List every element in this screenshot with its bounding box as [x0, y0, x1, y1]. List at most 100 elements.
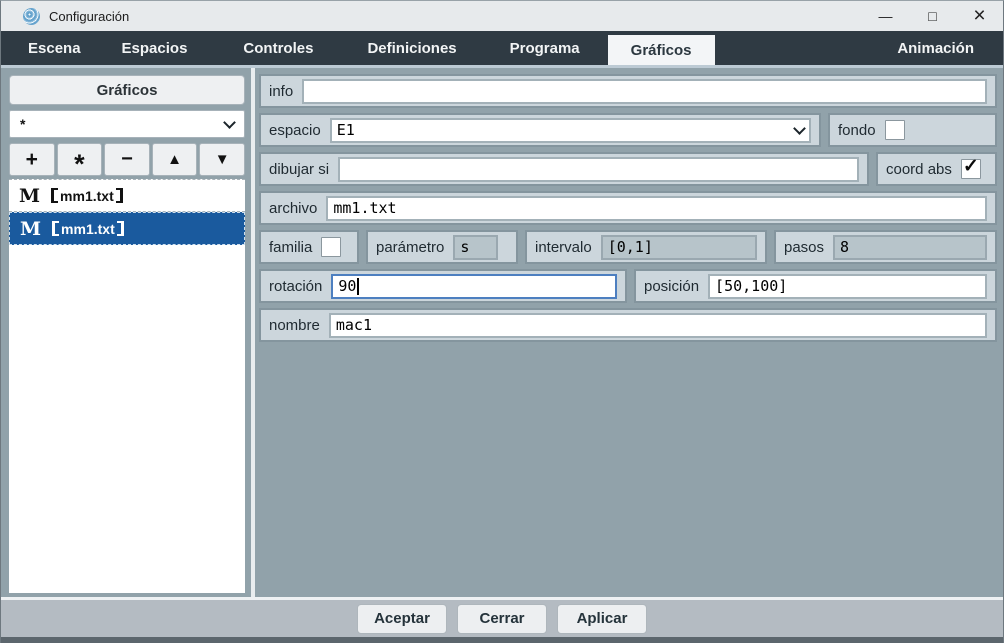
list-toolbar: + * − ▲ ▼ [9, 143, 245, 176]
footer-bar: Aceptar Cerrar Aplicar [1, 600, 1003, 637]
minimize-icon: — [879, 8, 893, 24]
graphics-list: M mm1.txt M mm1.txt [9, 179, 245, 593]
tab-definiciones[interactable]: Definiciones [367, 31, 456, 65]
lenticular-bracket-left-icon [51, 188, 58, 203]
info-input[interactable] [302, 79, 987, 104]
macro-type-icon: M [19, 185, 40, 207]
window-controls: — □ × [862, 1, 1003, 31]
espacio-group: espacio E1 [259, 113, 821, 147]
espacio-select[interactable]: E1 [330, 118, 811, 143]
graphics-sidebar: Gráficos * + * − ▲ ▼ M mm1.txt [1, 68, 251, 597]
tab-espacios[interactable]: Espacios [122, 31, 188, 65]
nombre-label: nombre [269, 317, 320, 334]
plus-icon: + [26, 148, 38, 172]
list-item-label: mm1.txt [61, 221, 115, 237]
coord-abs-group: coord abs ✓ [876, 152, 997, 186]
rotacion-label: rotación [269, 278, 322, 295]
posicion-label: posición [644, 278, 699, 295]
minus-icon: − [121, 148, 133, 171]
posicion-group: posición [50,100] [634, 269, 997, 303]
dibujar-si-group: dibujar si [259, 152, 869, 186]
tab-animacion[interactable]: Animación [897, 31, 974, 65]
intervalo-value: [0,1] [608, 238, 653, 256]
fondo-checkbox[interactable] [885, 120, 905, 140]
asterisk-icon: * [74, 149, 85, 180]
title-bar: Configuración — □ × [1, 1, 1003, 31]
archivo-value: mm1.txt [333, 199, 396, 217]
configuration-window: Configuración — □ × Escena Espacios Cont… [0, 0, 1004, 643]
tab-bar: Escena Espacios Controles Definiciones P… [1, 31, 1003, 65]
chevron-down-icon [223, 116, 236, 129]
archivo-group: archivo mm1.txt [259, 191, 997, 225]
content-area: Gráficos * + * − ▲ ▼ M mm1.txt [1, 68, 1003, 597]
dibujar-si-input[interactable] [338, 157, 859, 182]
pasos-input: 8 [833, 235, 987, 260]
chevron-down-icon [793, 122, 806, 135]
minimize-button[interactable]: — [862, 1, 909, 31]
sidebar-header: Gráficos [9, 75, 245, 105]
list-item[interactable]: M mm1.txt [9, 179, 245, 212]
app-icon [23, 8, 40, 25]
info-label: info [269, 83, 293, 100]
parametro-group: parámetro s [366, 230, 518, 264]
familia-label: familia [269, 239, 312, 256]
parametro-label: parámetro [376, 239, 444, 256]
info-group: info [259, 74, 997, 108]
graphics-filter-select[interactable]: * [9, 110, 245, 138]
espacio-label: espacio [269, 122, 321, 139]
graphic-properties-form: info espacio E1 fondo [255, 68, 1003, 597]
window-title: Configuración [49, 9, 129, 24]
add-graphic-button[interactable]: + [9, 143, 55, 176]
remove-graphic-button[interactable]: − [104, 143, 150, 176]
pasos-group: pasos 8 [774, 230, 997, 264]
aplicar-button[interactable]: Aplicar [557, 604, 647, 634]
lenticular-bracket-right-icon [116, 188, 123, 203]
archivo-label: archivo [269, 200, 317, 217]
window-bottom-edge [1, 637, 1003, 643]
close-icon: × [973, 4, 985, 28]
triangle-down-icon: ▼ [215, 151, 230, 168]
cerrar-button[interactable]: Cerrar [457, 604, 547, 634]
list-item-label: mm1.txt [60, 188, 114, 204]
tab-escena[interactable]: Escena [28, 31, 81, 65]
close-button[interactable]: × [956, 1, 1003, 31]
familia-checkbox[interactable] [321, 237, 341, 257]
fondo-label: fondo [838, 122, 876, 139]
familia-group: familia [259, 230, 359, 264]
coord-abs-checkbox[interactable]: ✓ [961, 159, 981, 179]
pasos-label: pasos [784, 239, 824, 256]
pasos-value: 8 [840, 238, 849, 256]
maximize-button[interactable]: □ [909, 1, 956, 31]
list-item-selected[interactable]: M mm1.txt [9, 212, 245, 245]
move-down-button[interactable]: ▼ [199, 143, 245, 176]
espacio-value: E1 [337, 121, 355, 139]
intervalo-input: [0,1] [601, 235, 757, 260]
lenticular-bracket-left-icon [52, 221, 59, 236]
tab-controles[interactable]: Controles [243, 31, 313, 65]
parametro-input: s [453, 235, 498, 260]
tab-programa[interactable]: Programa [510, 31, 580, 65]
dibujar-si-label: dibujar si [269, 161, 329, 178]
nombre-group: nombre mac1 [259, 308, 997, 342]
rotacion-input[interactable]: 90 [331, 274, 617, 299]
triangle-up-icon: ▲ [167, 151, 182, 168]
rotacion-group: rotación 90 [259, 269, 627, 303]
aceptar-button[interactable]: Aceptar [357, 604, 447, 634]
intervalo-group: intervalo [0,1] [525, 230, 767, 264]
nombre-value: mac1 [336, 316, 372, 334]
nombre-input[interactable]: mac1 [329, 313, 987, 338]
rotacion-value: 90 [338, 277, 356, 295]
lenticular-bracket-right-icon [117, 221, 124, 236]
tab-graficos[interactable]: Gráficos [608, 35, 715, 65]
coord-abs-label: coord abs [886, 161, 952, 178]
intervalo-label: intervalo [535, 239, 592, 256]
fondo-group: fondo [828, 113, 997, 147]
macro-type-icon: M [20, 218, 41, 240]
posicion-input[interactable]: [50,100] [708, 274, 987, 299]
duplicate-graphic-button[interactable]: * [57, 143, 103, 176]
maximize-icon: □ [928, 8, 936, 24]
move-up-button[interactable]: ▲ [152, 143, 198, 176]
text-caret [357, 278, 359, 295]
parametro-value: s [460, 238, 469, 256]
archivo-input[interactable]: mm1.txt [326, 196, 987, 221]
